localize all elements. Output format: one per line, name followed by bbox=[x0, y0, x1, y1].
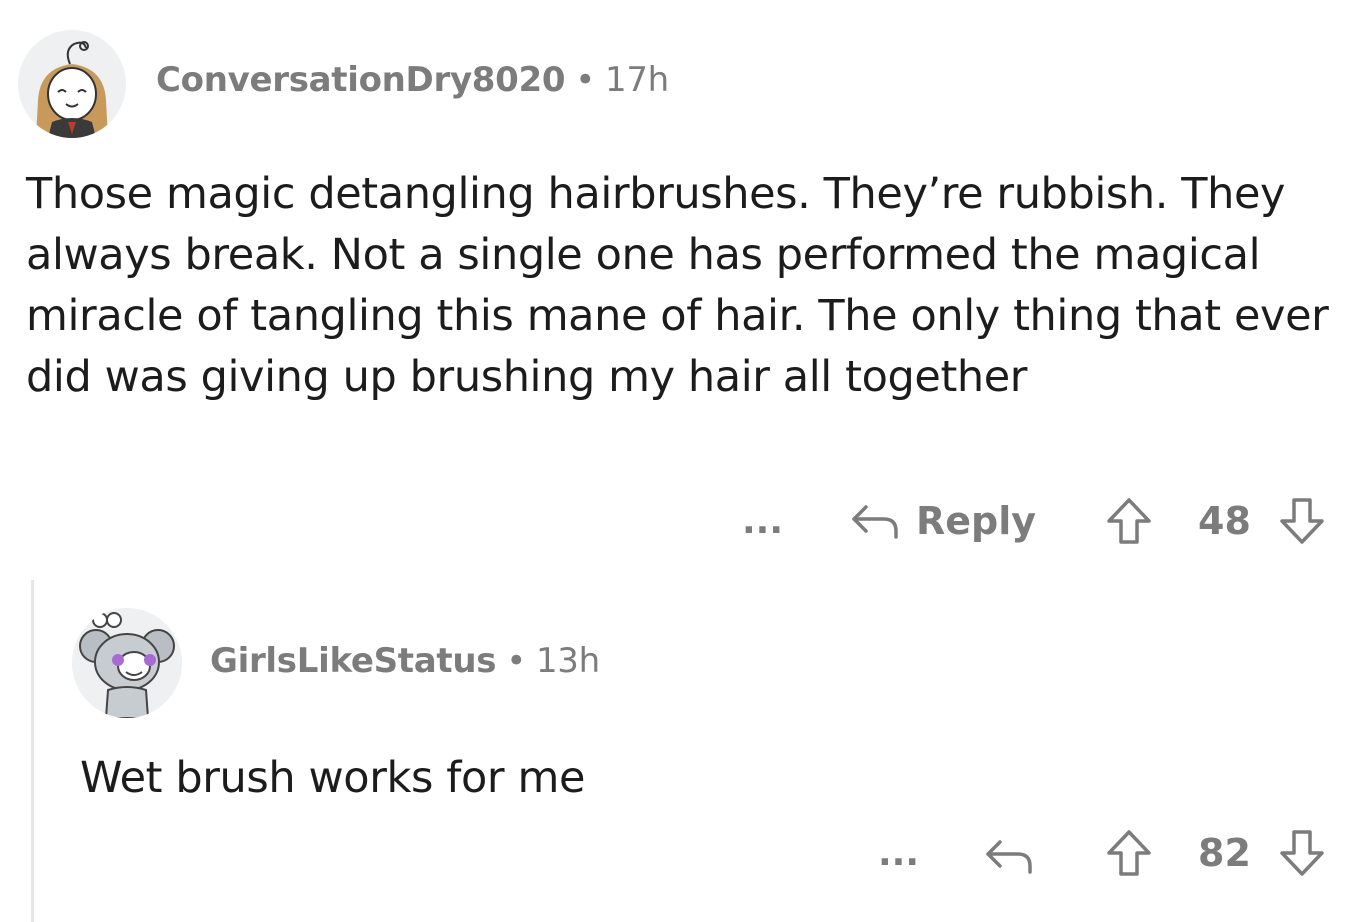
username[interactable]: ConversationDry8020 bbox=[156, 60, 566, 100]
upvote-arrow-icon[interactable] bbox=[1106, 497, 1152, 545]
vote-controls: 48 bbox=[1106, 496, 1325, 546]
reply-arrow-icon bbox=[984, 836, 1034, 876]
timestamp: 13h bbox=[535, 641, 600, 681]
more-options-icon: ... bbox=[878, 832, 920, 874]
user-avatar-icon bbox=[72, 608, 182, 718]
downvote-arrow-icon[interactable] bbox=[1279, 497, 1325, 545]
thread-line[interactable] bbox=[31, 580, 34, 922]
downvote-arrow-icon[interactable] bbox=[1279, 829, 1325, 877]
user-avatar-icon bbox=[18, 30, 126, 138]
upvote-arrow-icon[interactable] bbox=[1106, 829, 1152, 877]
more-options-button[interactable]: ... bbox=[742, 496, 783, 546]
meta-separator: • bbox=[575, 60, 596, 100]
avatar[interactable] bbox=[18, 30, 126, 138]
timestamp: 17h bbox=[605, 60, 669, 100]
avatar[interactable] bbox=[72, 608, 182, 718]
more-options-icon: ... bbox=[742, 500, 784, 542]
vote-controls: 82 bbox=[1106, 828, 1325, 878]
vote-count: 48 bbox=[1198, 499, 1251, 543]
more-options-button[interactable]: ... bbox=[878, 828, 919, 878]
comment-body: Those magic detangling hairbrushes. They… bbox=[26, 169, 1329, 402]
reply-arrow-icon bbox=[850, 501, 900, 541]
vote-count: 82 bbox=[1198, 831, 1251, 875]
username[interactable]: GirlsLikeStatus bbox=[210, 641, 496, 681]
reply-button[interactable] bbox=[984, 834, 1034, 878]
meta-separator: • bbox=[506, 641, 526, 681]
reply-button[interactable]: Reply bbox=[850, 496, 1036, 546]
comment-meta: ConversationDry8020 • 17h bbox=[156, 60, 669, 100]
reply-label: Reply bbox=[916, 499, 1037, 543]
comment-body: Wet brush works for me bbox=[80, 753, 585, 803]
comment-meta: GirlsLikeStatus • 13h bbox=[210, 641, 600, 681]
